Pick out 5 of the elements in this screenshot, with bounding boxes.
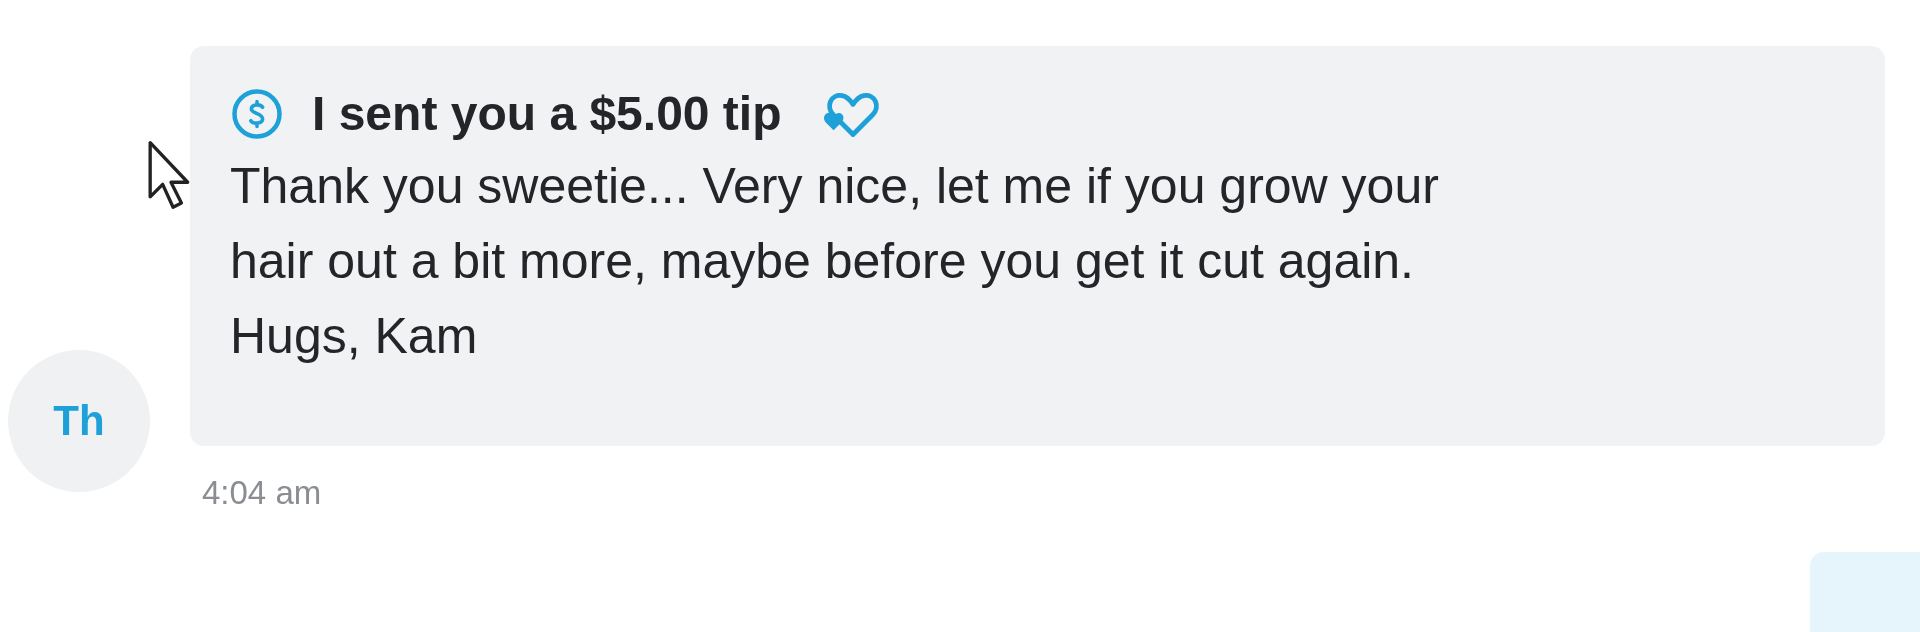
avatar: Th xyxy=(8,350,150,492)
dollar-coin-icon xyxy=(230,86,284,141)
tip-title: I sent you a $5.00 tip xyxy=(312,86,782,141)
message-text: Thank you sweetie... Very nice, let me if you grow your hair out a bit more, maybe before you get it cut again. Hugs, Kam xyxy=(230,157,1440,366)
message-time: 4:04 am xyxy=(202,474,323,512)
